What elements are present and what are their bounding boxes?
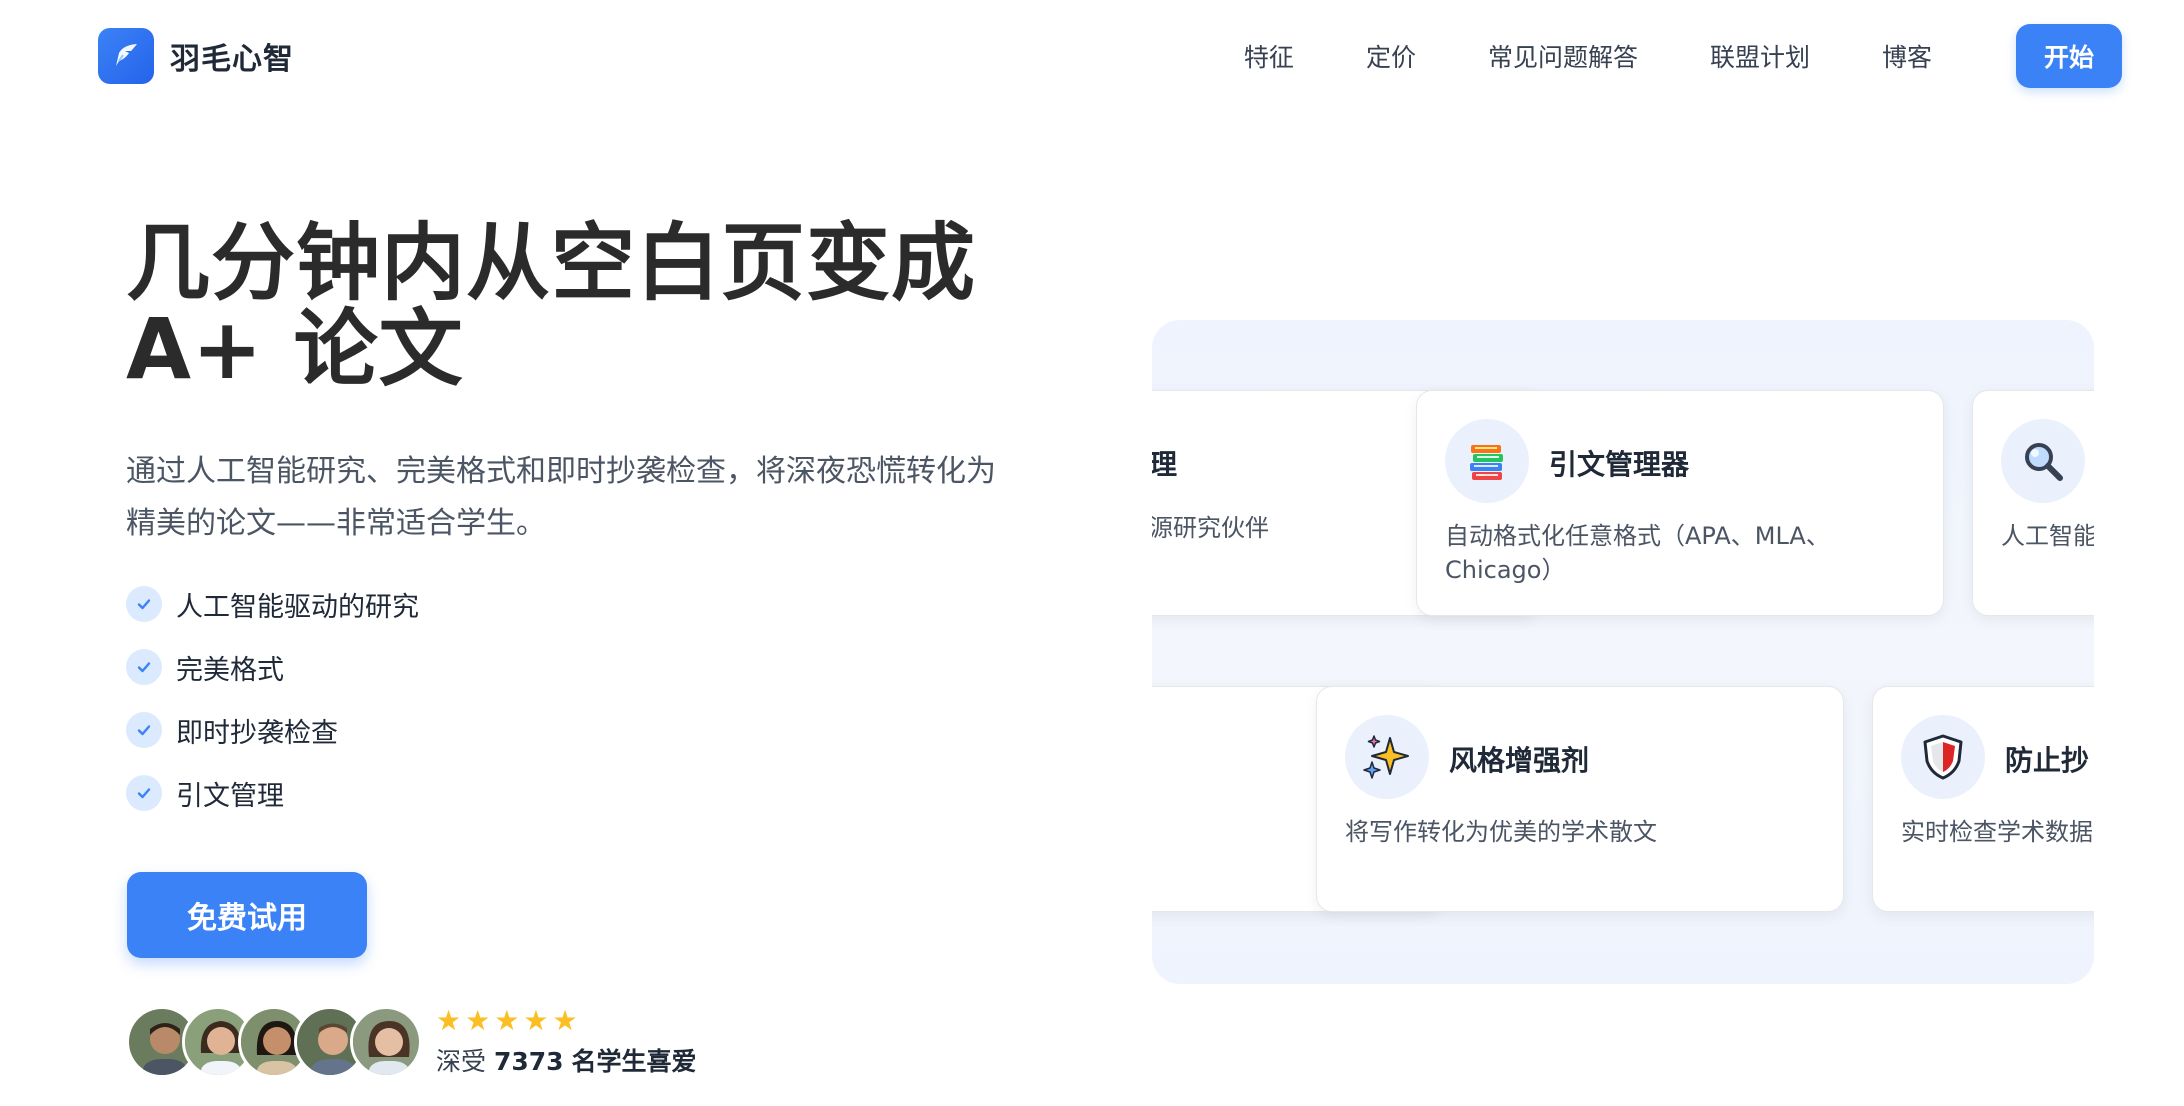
feature-cards-panel: 理 源研究伙伴 引文管理器 自动格式化任意格式（APA、MLA、Chicago） <box>1152 320 2094 984</box>
feature-label: 即时抄袭检查 <box>176 717 338 749</box>
social-proof: ★ ★ ★ ★ ★ 深受 7373 名学生喜爱 <box>126 1006 697 1078</box>
landing-page: 羽毛心智 特征 定价 常见问题解答 联盟计划 博客 开始 几分钟内从空白页变成 … <box>0 0 2184 1106</box>
star-icon: ★ <box>465 1004 491 1037</box>
card-desc: 自动格式化任意格式（APA、MLA、Chicago） <box>1445 522 1830 584</box>
brand-name: 羽毛心智 <box>170 42 294 77</box>
card-desc: 实时检查学术数据 <box>1901 818 2093 846</box>
feature-list: 人工智能驱动的研究 完美格式 即时抄袭检查 引文管理 <box>126 584 419 836</box>
avatar <box>350 1006 422 1078</box>
feature-card-ai-search[interactable]: 人工智能 <box>1972 390 2094 616</box>
rating-block: ★ ★ ★ ★ ★ 深受 7373 名学生喜爱 <box>436 1006 697 1078</box>
navbar: 羽毛心智 特征 定价 常见问题解答 联盟计划 博客 开始 <box>0 0 2184 112</box>
free-trial-button[interactable]: 免费试用 <box>127 872 367 958</box>
subtitle-line-2: 精美的论文——非常适合学生。 <box>126 506 546 541</box>
hero-subtitle: 通过人工智能研究、完美格式和即时抄袭检查，将深夜恐慌转化为 精美的论文——非常适… <box>126 446 1066 550</box>
feature-card-style-enhancer[interactable]: 风格增强剂 将写作转化为优美的学术散文 <box>1316 686 1844 912</box>
shield-icon <box>1901 715 1985 799</box>
avatar-group <box>126 1006 422 1078</box>
nav-link-faq[interactable]: 常见问题解答 <box>1488 38 1638 74</box>
star-rating: ★ ★ ★ ★ ★ <box>436 1006 697 1036</box>
feature-item: 即时抄袭检查 <box>126 710 419 750</box>
card-title: 理 <box>1152 448 1178 481</box>
headline-line-1: 几分钟内从空白页变成 <box>126 214 977 312</box>
check-icon <box>126 712 162 748</box>
feature-label: 引文管理 <box>176 780 284 812</box>
feature-label: 完美格式 <box>176 654 284 686</box>
nav-link-affiliate[interactable]: 联盟计划 <box>1710 38 1810 74</box>
star-icon: ★ <box>523 1004 549 1037</box>
feature-card-citation-manager[interactable]: 引文管理器 自动格式化任意格式（APA、MLA、Chicago） <box>1416 390 1944 616</box>
social-suffix: 名学生喜爱 <box>571 1047 697 1076</box>
card-title: 引文管理器 <box>1549 448 1690 481</box>
star-icon: ★ <box>436 1004 462 1037</box>
card-title: 防止抄 <box>2005 744 2090 777</box>
card-desc: 将写作转化为优美的学术散文 <box>1345 818 1657 846</box>
check-icon <box>126 775 162 811</box>
star-icon: ★ <box>552 1004 578 1037</box>
card-desc: 人工智能 <box>2001 522 2094 550</box>
headline-line-2: A+ 论文 <box>126 300 464 398</box>
nav-links: 特征 定价 常见问题解答 联盟计划 博客 <box>1244 38 1932 74</box>
social-proof-text: 深受 7373 名学生喜爱 <box>436 1042 697 1078</box>
social-prefix: 深受 <box>436 1047 487 1076</box>
feature-card-plagiarism[interactable]: 防止抄 实时检查学术数据 <box>1872 686 2094 912</box>
books-icon <box>1445 419 1529 503</box>
nav-link-blog[interactable]: 博客 <box>1882 38 1932 74</box>
card-desc: 源研究伙伴 <box>1152 514 1269 542</box>
card-title: 风格增强剂 <box>1449 744 1590 777</box>
subtitle-line-1: 通过人工智能研究、完美格式和即时抄袭检查，将深夜恐慌转化为 <box>126 454 996 489</box>
feature-label: 人工智能驱动的研究 <box>176 591 419 623</box>
nav-link-features[interactable]: 特征 <box>1244 38 1294 74</box>
check-icon <box>126 649 162 685</box>
hero-headline: 几分钟内从空白页变成 A+ 论文 <box>126 220 976 392</box>
nav-link-pricing[interactable]: 定价 <box>1366 38 1416 74</box>
student-count: 7373 <box>493 1047 564 1076</box>
get-started-button[interactable]: 开始 <box>2016 24 2122 88</box>
feather-logo-icon <box>98 28 154 84</box>
feature-item: 引文管理 <box>126 773 419 813</box>
brand-logo[interactable]: 羽毛心智 <box>98 28 294 84</box>
check-icon <box>126 586 162 622</box>
magnifier-icon <box>2001 419 2085 503</box>
feature-item: 人工智能驱动的研究 <box>126 584 419 624</box>
sparkles-icon <box>1345 715 1429 799</box>
feature-item: 完美格式 <box>126 647 419 687</box>
star-icon: ★ <box>494 1004 520 1037</box>
